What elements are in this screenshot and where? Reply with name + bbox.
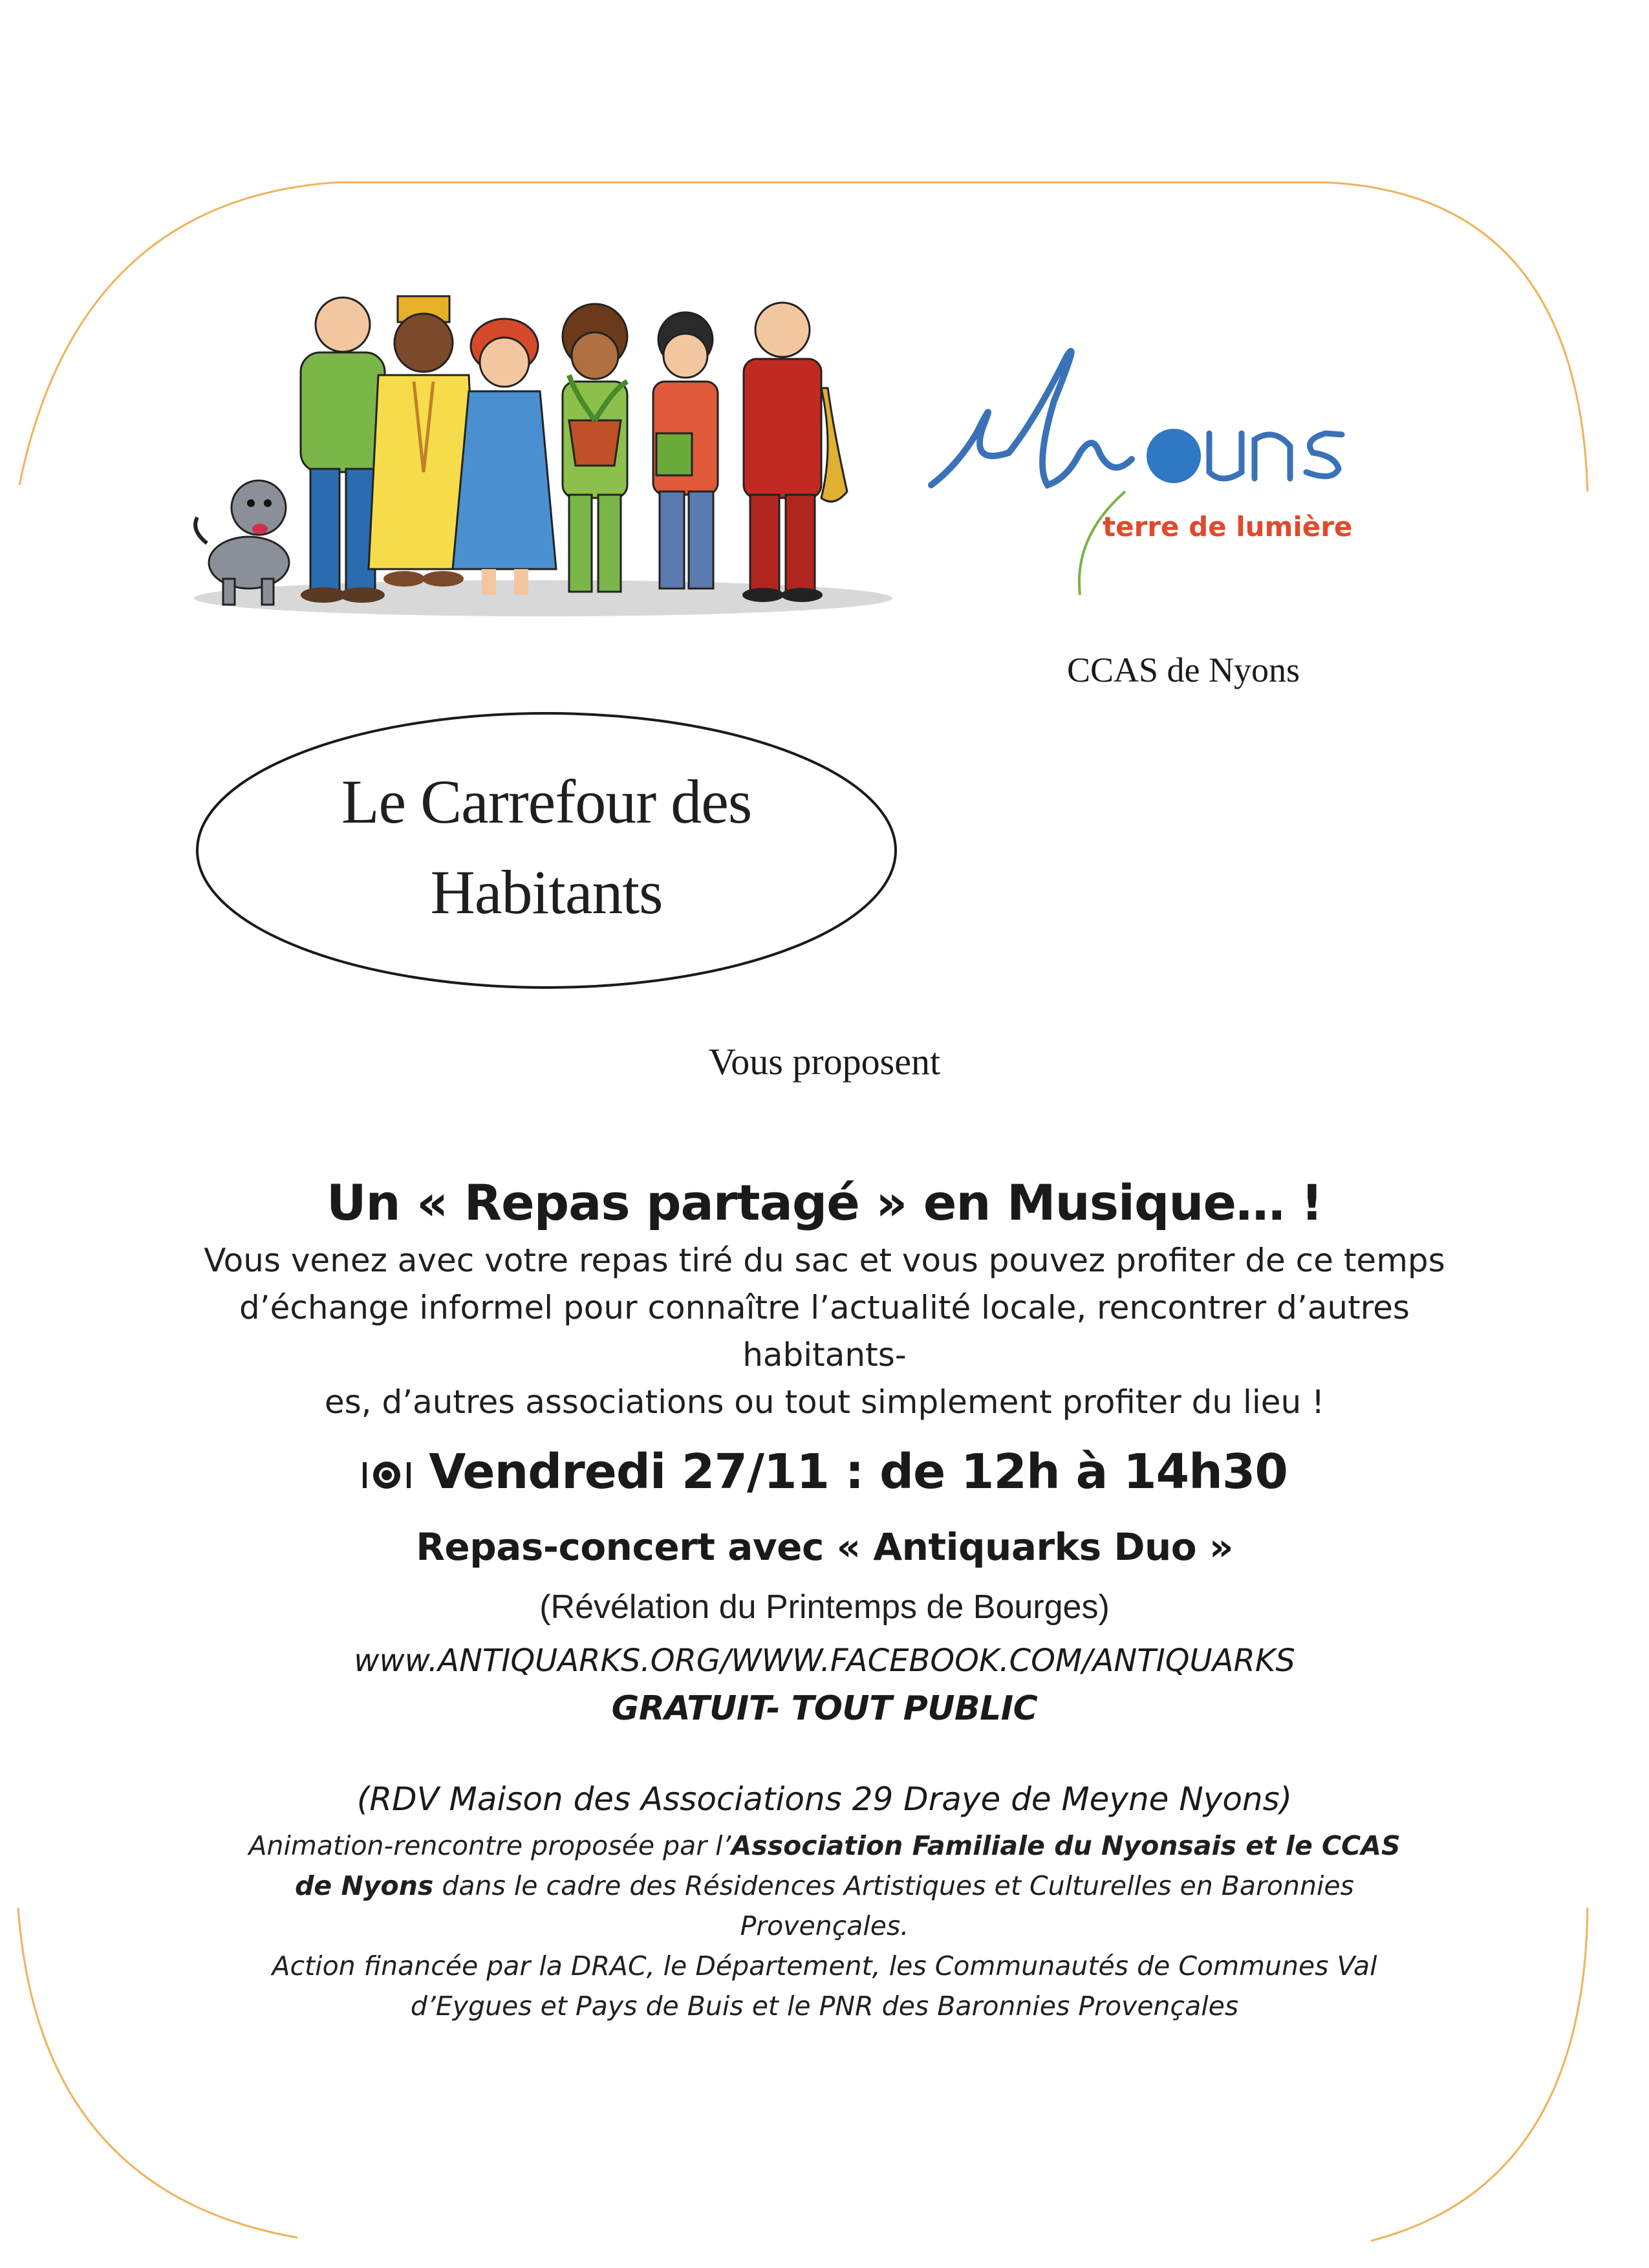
event-description-line: d’échange informel pour connaître l’actu… (239, 1289, 1410, 1374)
ccas-label: CCAS de Nyons (1066, 651, 1300, 689)
credits-funding-line: Action financée par la DRAC, le Départem… (272, 1950, 1377, 1982)
oval-title: Le Carrefour des Habitants (272, 757, 821, 938)
nyons-logo: terre de lumière (918, 323, 1384, 647)
venue-line: (RDV Maison des Associations 29 Draye de… (356, 1780, 1293, 1818)
website-links: www.ANTIQUARKS.ORG/WWW.FACEBOOK.COM/ANTI… (354, 1643, 1295, 1679)
credits-block: Animation-rencontre proposée par l’Assoc… (226, 1826, 1423, 2026)
inhabitants-illustration (193, 295, 892, 616)
revelation-line: (Révélation du Printemps de Bourges) (539, 1588, 1110, 1626)
concert-line: Repas-concert avec « Antiquarks Duo » (416, 1525, 1233, 1569)
woman-with-plant (561, 303, 629, 593)
dog-figure (193, 479, 290, 606)
plate-cutlery-icon (363, 1462, 411, 1489)
event-description-line: Vous venez avec votre repas tiré du sac … (204, 1242, 1445, 1279)
event-date: Vendredi 27/11 : de 12h à 14h30 (0, 1444, 1649, 1500)
event-date-text: Vendredi 27/11 : de 12h à 14h30 (429, 1444, 1288, 1500)
event-title: Un « Repas partagé » en Musique… ! (326, 1174, 1323, 1231)
woman-blue-dress (451, 318, 557, 595)
proposent-text: Vous proposent (708, 1041, 941, 1083)
oval-title-line2: Habitants (430, 858, 663, 927)
credits-context: dans le cadre des Résidences Artistiques… (433, 1870, 1354, 1941)
oval-title-line1: Le Carrefour des (341, 767, 752, 836)
price-line: GRATUIT- TOUT PUBLIC (611, 1689, 1038, 1728)
logo-tagline: terre de lumière (1103, 511, 1353, 543)
event-description-line: es, d’autres associations ou tout simple… (324, 1383, 1325, 1421)
credits-funding-line: d’Eygues et Pays de Buis et le PNR des B… (410, 1991, 1239, 2022)
woman-red-top (652, 311, 719, 590)
event-description: Vous venez avec votre repas tiré du sac … (175, 1237, 1474, 1426)
man-with-saxophone (742, 301, 848, 602)
nyons-logo-mark (928, 348, 1345, 596)
credits-intro: Animation-rencontre proposée par l’ (248, 1830, 731, 1861)
